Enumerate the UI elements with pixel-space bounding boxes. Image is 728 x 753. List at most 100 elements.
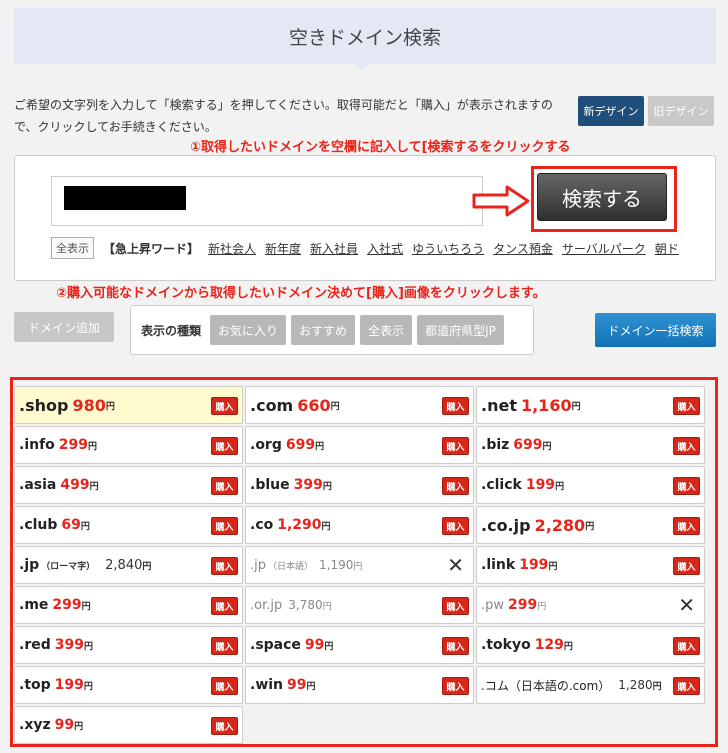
domain-cell: .co 1,290 円 購入 — [245, 506, 474, 544]
arrow-right-icon — [472, 185, 530, 217]
yen-unit: 円 — [322, 601, 332, 612]
domain-add-button[interactable]: ドメイン追加 — [14, 312, 114, 342]
domain-cell: .co.jp 2,280 円 購入 — [476, 506, 705, 544]
buy-button[interactable]: 購入 — [442, 517, 469, 535]
redacted-search-text — [64, 186, 186, 210]
buy-button[interactable]: 購入 — [673, 677, 700, 695]
domain-tld: .top — [19, 677, 51, 693]
search-panel: 検索する 全表示 【急上昇ワード】 新社会人 新年度 新入社員 入社式 ゆういち… — [14, 155, 716, 281]
buy-button[interactable]: 購入 — [211, 717, 238, 735]
domain-tld: .jp — [250, 557, 266, 573]
buy-button[interactable]: 購入 — [211, 557, 238, 575]
keyword-link[interactable]: 入社式 — [367, 240, 403, 257]
display-kind-label: 表示の種類 — [141, 323, 202, 338]
domain-cell: .jp （ローマ字） 2,840 円 購入 — [14, 546, 243, 584]
yen-unit: 円 — [89, 481, 99, 492]
domain-price: 299 — [52, 597, 82, 613]
domain-tld: .asia — [19, 477, 57, 493]
annotation-step2: ②購入可能なドメインから取得したいドメイン決めて[購入]画像をクリックします。 — [56, 286, 546, 301]
domain-price: 699 — [285, 437, 316, 453]
keyword-link[interactable]: 新年度 — [265, 240, 301, 257]
yen-unit: 円 — [80, 521, 90, 532]
kind-recommended-button[interactable]: おすすめ — [291, 315, 356, 345]
kind-favorites-button[interactable]: お気に入り — [210, 315, 287, 345]
domain-cell: .jp （日本語） 1,190 円 ✕ — [245, 546, 474, 584]
kind-prefecture-jp-button[interactable]: 都道府県型JP — [417, 315, 504, 345]
keyword-link[interactable]: ゆういちろう — [412, 240, 484, 257]
domain-price: 199 — [525, 477, 556, 493]
buy-button[interactable]: 購入 — [442, 397, 469, 415]
search-button[interactable]: 検索する — [537, 173, 667, 221]
domain-price: 699 — [513, 437, 543, 453]
domain-cell: .club 69 円 購入 — [14, 506, 243, 544]
buy-button[interactable]: 購入 — [211, 677, 238, 695]
yen-unit: 円 — [315, 441, 325, 452]
keyword-link[interactable]: 新社会人 — [208, 240, 256, 257]
buy-button[interactable]: 購入 — [442, 677, 469, 695]
domain-tld: .info — [19, 437, 55, 453]
domain-tld: .click — [481, 477, 522, 493]
domain-tld: .win — [250, 677, 284, 693]
header-notch — [354, 63, 370, 71]
old-design-button[interactable]: 旧デザイン — [648, 96, 714, 126]
domain-price: 399 — [293, 477, 323, 493]
domain-cell: .org 699 円 購入 — [245, 426, 474, 464]
buy-button[interactable]: 購入 — [211, 637, 238, 655]
domain-price: 299 — [508, 597, 538, 613]
kind-all-button[interactable]: 全表示 — [360, 315, 413, 345]
unavailable-x-icon: ✕ — [678, 593, 695, 617]
buy-button[interactable]: 購入 — [673, 557, 700, 575]
yen-unit: 円 — [542, 441, 552, 452]
yen-unit: 円 — [81, 601, 91, 612]
keyword-link[interactable]: 朝ド — [655, 240, 679, 257]
new-design-button[interactable]: 新デザイン — [578, 96, 644, 126]
keyword-link[interactable]: タンス預金 — [493, 240, 553, 257]
domain-tld: .space — [250, 637, 301, 653]
trending-keywords: 全表示 【急上昇ワード】 新社会人 新年度 新入社員 入社式 ゆういちろう タン… — [51, 237, 679, 259]
domain-cell: .xyz 99 円 購入 — [14, 706, 243, 744]
domain-cell: .me 299 円 購入 — [14, 586, 243, 624]
buy-button[interactable]: 購入 — [211, 597, 238, 615]
domain-tld: .コム（日本語の.com） — [481, 678, 611, 693]
domain-price: 2,280 — [534, 515, 586, 535]
buy-button[interactable]: 購入 — [211, 437, 238, 455]
domain-price: 1,280 — [618, 678, 653, 692]
domain-cell: .com 660 円 購入 — [245, 386, 474, 424]
page-title: 空きドメイン検索 — [288, 26, 441, 49]
domain-price: 69 — [61, 517, 81, 533]
buy-button[interactable]: 購入 — [211, 477, 238, 495]
buy-button[interactable]: 購入 — [442, 437, 469, 455]
buy-button[interactable]: 購入 — [442, 477, 469, 495]
buy-button[interactable]: 購入 — [442, 637, 469, 655]
buy-button[interactable]: 購入 — [673, 637, 700, 655]
keyword-link[interactable]: サーバルパーク — [562, 240, 646, 257]
buy-button[interactable]: 購入 — [673, 477, 700, 495]
buy-button[interactable]: 購入 — [442, 597, 469, 615]
domain-results-grid: .shop 980 円 購入 .com 660 円 購入 .net 1,160 円 購入 .… — [14, 386, 714, 744]
domain-price: 99 — [304, 637, 325, 653]
unavailable-x-icon: ✕ — [447, 553, 464, 577]
buy-button[interactable]: 購入 — [211, 397, 238, 415]
domain-tld: .club — [19, 517, 58, 533]
buy-button[interactable]: 購入 — [673, 517, 700, 535]
domain-price: 3,780 — [288, 598, 323, 612]
show-all-keywords-button[interactable]: 全表示 — [51, 237, 94, 259]
buy-button[interactable]: 購入 — [673, 437, 700, 455]
buy-button[interactable]: 購入 — [211, 517, 238, 535]
domain-tld: .jp — [19, 557, 40, 573]
domain-cell: .info 299 円 購入 — [14, 426, 243, 464]
yen-unit: 円 — [585, 521, 595, 532]
domain-cell: .biz 699 円 購入 — [476, 426, 705, 464]
trending-label: 【急上昇ワード】 — [103, 241, 200, 256]
bulk-domain-search-button[interactable]: ドメイン一括検索 — [595, 313, 716, 347]
domain-price: 199 — [519, 557, 549, 573]
domain-price: 2,840 — [105, 557, 143, 573]
domain-cell: .space 99 円 購入 — [245, 626, 474, 664]
domain-price: 1,160 — [520, 395, 572, 415]
domain-price: 1,190 — [319, 558, 354, 572]
domain-tld: .org — [250, 437, 282, 453]
keyword-link[interactable]: 新入社員 — [310, 240, 358, 257]
intro-text: ご希望の文字列を入力して「検索する」を押してください。取得可能だと「購入」が表示… — [14, 98, 553, 134]
search-input[interactable] — [51, 176, 483, 226]
buy-button[interactable]: 購入 — [673, 397, 700, 415]
